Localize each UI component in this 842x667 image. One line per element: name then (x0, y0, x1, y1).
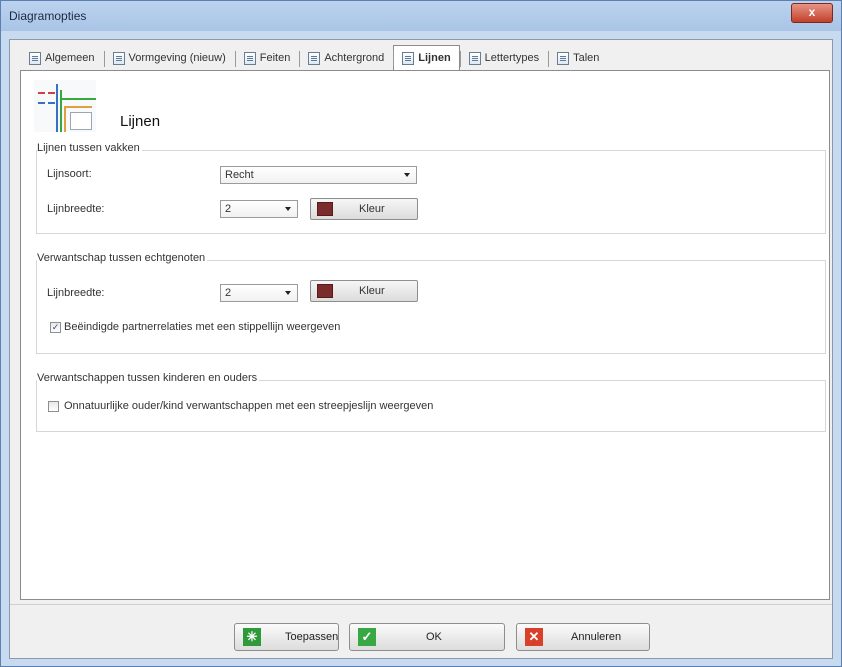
tab-label: Vormgeving (nieuw) (128, 52, 226, 64)
page-title: Lijnen (120, 113, 161, 130)
tab-label: Talen (573, 52, 600, 64)
tab-lettertypes[interactable]: Lettertypes (459, 46, 548, 70)
streepjeslijn-checkbox-label: Onnatuurlijke ouder/kind verwantschappen… (64, 400, 434, 412)
chevron-down-icon (285, 207, 291, 211)
lijnbreedte-label: Lijnbreedte: (47, 203, 105, 215)
tab-vormgeving[interactable]: Vormgeving (nieuw) (103, 46, 235, 70)
kleur-button-label: Kleur (359, 285, 385, 297)
lijnbreedte-select[interactable]: 2 (220, 284, 298, 302)
layout-icon (112, 51, 125, 65)
group-lijnen-tussen-vakken: Lijnen tussen vakken (36, 142, 826, 234)
apply-button[interactable]: ✳ Toepassen (234, 623, 339, 651)
background-icon (308, 51, 321, 65)
lijnsoort-label: Lijnsoort: (47, 168, 92, 180)
tab-label: Feiten (259, 52, 291, 64)
stippellijn-checkbox-label: Beëindigde partnerrelaties met een stipp… (64, 321, 341, 333)
tab-strip: Algemeen Vormgeving (nieuw) Feiten Achte… (20, 45, 608, 70)
streepjeslijn-checkbox[interactable] (48, 401, 59, 412)
tab-talen[interactable]: Talen (548, 46, 608, 70)
cancel-button[interactable]: ✕ Annuleren (516, 623, 650, 651)
ok-button-label: OK (426, 631, 442, 643)
stippellijn-checkbox[interactable]: ✓ (50, 322, 61, 333)
ok-button[interactable]: ✓ OK (349, 623, 505, 651)
page-icon (557, 51, 570, 65)
tab-algemeen[interactable]: Algemeen (20, 46, 104, 70)
page-icon (243, 51, 256, 65)
kleur-button-label: Kleur (359, 203, 385, 215)
lijnsoort-value: Recht (225, 169, 254, 181)
tab-label: Achtergrond (324, 52, 385, 64)
check-icon: ✓ (358, 628, 376, 646)
tab-label: Algemeen (45, 52, 95, 64)
tab-label: Lettertypes (484, 52, 540, 64)
tab-feiten[interactable]: Feiten (234, 46, 300, 70)
color-swatch (317, 284, 333, 298)
tab-label: Lijnen (418, 52, 451, 64)
color-swatch (317, 202, 333, 216)
apply-icon: ✳ (243, 628, 261, 646)
chevron-down-icon (404, 173, 410, 177)
group-legend: Verwantschappen tussen kinderen en ouder… (37, 372, 260, 384)
lines-diagram-icon (34, 80, 96, 132)
lijnbreedte-value: 2 (225, 203, 232, 215)
lines-icon (402, 51, 415, 65)
lijnbreedte-select[interactable]: 2 (220, 200, 298, 218)
title-bar[interactable]: Diagramopties x (1, 1, 841, 31)
kleur-button[interactable]: Kleur (310, 280, 418, 302)
lijnbreedte-label: Lijnbreedte: (47, 287, 105, 299)
kleur-button[interactable]: Kleur (310, 198, 418, 220)
tab-lijnen[interactable]: Lijnen (393, 45, 460, 70)
page-icon (29, 51, 41, 65)
cancel-button-label: Annuleren (571, 631, 622, 643)
window-title: Diagramopties (9, 9, 87, 23)
apply-button-label: Toepassen (285, 631, 339, 643)
tab-achtergrond[interactable]: Achtergrond (299, 46, 393, 70)
chevron-down-icon (285, 291, 291, 295)
lijnsoort-select[interactable]: Recht (220, 166, 417, 184)
divider (10, 604, 832, 605)
close-button[interactable]: x (791, 3, 833, 23)
group-verwantschap-echtgenoten: Verwantschap tussen echtgenoten (36, 252, 826, 354)
close-icon: x (808, 5, 816, 19)
group-legend: Lijnen tussen vakken (37, 142, 142, 154)
group-legend: Verwantschap tussen echtgenoten (37, 252, 208, 264)
cancel-icon: ✕ (525, 628, 543, 646)
font-icon (468, 51, 481, 65)
lijnbreedte-value: 2 (225, 287, 232, 299)
